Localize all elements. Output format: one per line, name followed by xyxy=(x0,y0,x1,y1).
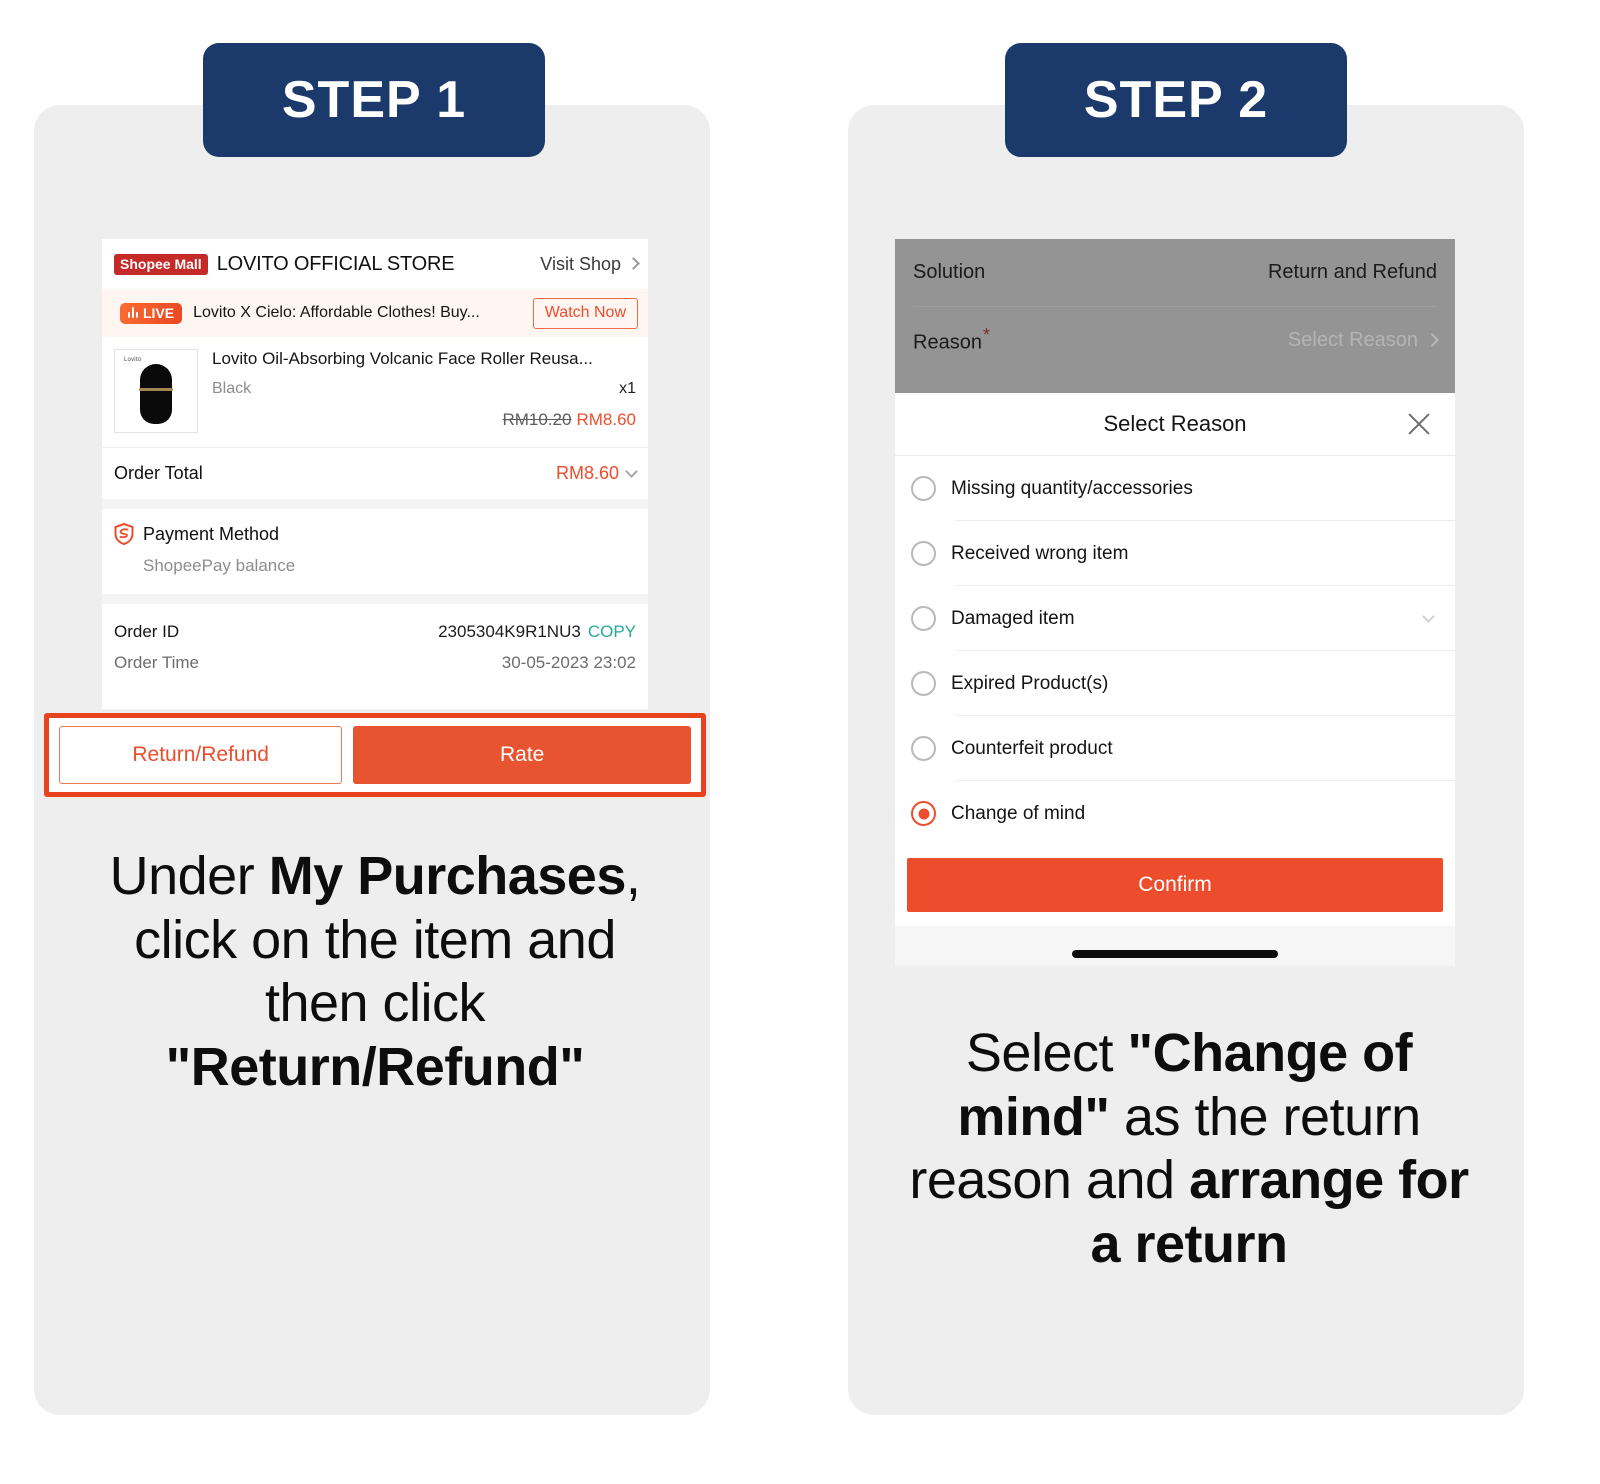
action-bar-highlight: Return/Refund Rate xyxy=(44,713,706,797)
order-id-value: 2305304K9R1NU3 xyxy=(438,621,581,641)
select-reason-sheet: Select Reason Missing quantity/accessori… xyxy=(895,393,1455,966)
step-1-badge: STEP 1 xyxy=(203,43,545,157)
sheet-title: Select Reason xyxy=(1103,411,1247,436)
reason-label: Reason* xyxy=(913,325,990,355)
step2-part: Select xyxy=(965,1023,1128,1083)
solution-row[interactable]: Solution Return and Refund xyxy=(913,239,1437,306)
step-1-badge-label: STEP 1 xyxy=(281,71,467,129)
visit-shop-link[interactable]: Visit Shop xyxy=(540,254,621,275)
reason-placeholder: Select Reason xyxy=(1287,328,1418,351)
reason-option-label: Received wrong item xyxy=(951,542,1129,564)
payment-method-section[interactable]: Payment Method ShopeePay balance xyxy=(102,509,648,594)
confirm-button[interactable]: Confirm xyxy=(907,858,1443,912)
order-time-row: Order Time 30-05-2023 23:02 xyxy=(114,647,636,678)
radio-unselected-icon[interactable] xyxy=(911,476,936,501)
shop-name: LOVITO OFFICIAL STORE xyxy=(216,252,455,275)
shopee-mall-badge: Shopee Mall xyxy=(114,253,208,275)
live-badge-label: LIVE xyxy=(143,304,175,321)
rate-button[interactable]: Rate xyxy=(353,726,691,784)
reason-option-row[interactable]: Counterfeit product xyxy=(895,716,1455,781)
product-thumbnail: Lovito xyxy=(114,349,198,433)
order-total-value: RM8.60 xyxy=(555,463,619,483)
watch-now-button[interactable]: Watch Now xyxy=(532,297,638,329)
reason-option-row[interactable]: Expired Product(s) xyxy=(895,651,1455,716)
chevron-down-icon[interactable] xyxy=(625,465,638,478)
return-refund-button[interactable]: Return/Refund xyxy=(59,726,343,784)
step1-part: "Return/Refund" xyxy=(165,1037,585,1098)
chevron-right-icon xyxy=(1424,332,1440,347)
reason-option-row[interactable]: Missing quantity/accessories xyxy=(895,456,1455,521)
step-2-badge-label: STEP 2 xyxy=(1083,71,1269,129)
reason-option-label: Expired Product(s) xyxy=(951,672,1109,694)
reason-option-label: Damaged item xyxy=(951,607,1075,629)
step-2-screenshot: Solution Return and Refund Reason* Selec… xyxy=(895,239,1455,966)
radio-selected-icon[interactable] xyxy=(911,801,936,826)
order-total-label: Order Total xyxy=(114,463,203,483)
order-id-row: Order ID 2305304K9R1NU3 COPY xyxy=(114,616,636,647)
live-badge: LIVE xyxy=(120,302,183,324)
product-image-band xyxy=(139,388,173,391)
live-stream-title: Lovito X Cielo: Affordable Clothes! Buy.… xyxy=(193,304,480,321)
reason-option-row[interactable]: Damaged item xyxy=(895,586,1455,651)
radio-unselected-icon[interactable] xyxy=(911,671,936,696)
radio-unselected-icon[interactable] xyxy=(911,736,936,761)
product-info: Lovito Oil-Absorbing Volcanic Face Rolle… xyxy=(198,349,636,433)
step1-part: Under xyxy=(109,846,269,906)
visit-shop-label: Visit Shop xyxy=(540,253,621,274)
home-indicator xyxy=(1072,950,1278,958)
required-asterisk: * xyxy=(982,325,990,346)
thumbnail-brand-label: Lovito xyxy=(124,357,142,363)
live-bars-icon xyxy=(128,307,138,318)
dimmed-spacer xyxy=(895,373,1455,393)
step-1-screenshot: Shopee Mall LOVITO OFFICIAL STORE Visit … xyxy=(102,239,648,709)
radio-unselected-icon[interactable] xyxy=(911,606,936,631)
reason-label-text: Reason xyxy=(913,331,982,354)
order-total-row[interactable]: Order Total RM8.60 xyxy=(102,447,648,499)
reason-options-list: Missing quantity/accessories Received wro… xyxy=(895,456,1455,846)
step-2-caption: Select "Change of mind" as the return re… xyxy=(894,1022,1484,1277)
product-image-shape xyxy=(140,364,172,424)
confirm-button-wrap: Confirm xyxy=(895,846,1455,926)
chevron-right-icon xyxy=(627,257,640,270)
step-2-badge: STEP 2 xyxy=(1005,43,1347,157)
solution-label: Solution xyxy=(913,261,986,283)
product-variant: Black xyxy=(212,380,252,397)
shop-header-row[interactable]: Shopee Mall LOVITO OFFICIAL STORE Visit … xyxy=(102,239,648,289)
payment-method-header: Payment Method xyxy=(114,522,636,546)
product-variant-row: Black x1 xyxy=(212,380,636,398)
chevron-down-icon[interactable] xyxy=(1422,610,1435,623)
instruction-graphic: STEP 1 Shopee Mall LOVITO OFFICIAL STORE… xyxy=(0,0,1600,1484)
reason-option-label: Change of mind xyxy=(951,802,1086,824)
section-divider xyxy=(102,499,648,509)
order-id-label: Order ID xyxy=(114,621,180,641)
step1-part: My Purchases xyxy=(268,846,627,906)
step-1-caption: Under My Purchases, click on the item an… xyxy=(80,845,670,1100)
reason-option-label: Missing quantity/accessories xyxy=(951,477,1193,499)
product-row[interactable]: Lovito Lovito Oil-Absorbing Volcanic Fac… xyxy=(102,337,648,447)
shield-icon xyxy=(114,522,134,546)
copy-order-id-button[interactable]: COPY xyxy=(588,622,636,642)
payment-method-title: Payment Method xyxy=(143,523,280,544)
order-time-label: Order Time xyxy=(114,652,200,672)
radio-unselected-icon[interactable] xyxy=(911,541,936,566)
product-name: Lovito Oil-Absorbing Volcanic Face Rolle… xyxy=(212,349,593,368)
reason-option-row[interactable]: Change of mind xyxy=(895,781,1455,846)
order-time-value: 30-05-2023 23:02 xyxy=(501,652,636,672)
reason-row[interactable]: Reason* Select Reason xyxy=(913,306,1440,373)
product-original-price: RM10.20 xyxy=(502,410,572,429)
payment-method-value: ShopeePay balance xyxy=(143,556,296,575)
reason-option-label: Counterfeit product xyxy=(951,737,1113,759)
product-final-price: RM8.60 xyxy=(576,410,636,429)
solution-value: Return and Refund xyxy=(1267,261,1437,283)
product-price-row: RM10.20 RM8.60 xyxy=(212,410,636,430)
close-icon[interactable] xyxy=(1405,410,1433,438)
section-divider-2 xyxy=(102,594,648,604)
order-info-section: Order ID 2305304K9R1NU3 COPY Order Time … xyxy=(102,604,648,684)
live-stream-banner[interactable]: LIVE Lovito X Cielo: Affordable Clothes!… xyxy=(102,289,648,337)
reason-option-row[interactable]: Received wrong item xyxy=(895,521,1455,586)
product-quantity: x1 xyxy=(619,380,636,397)
dimmed-form-area: Solution Return and Refund Reason* Selec… xyxy=(895,239,1455,373)
sheet-header: Select Reason xyxy=(895,393,1455,456)
home-indicator-area xyxy=(895,926,1455,966)
